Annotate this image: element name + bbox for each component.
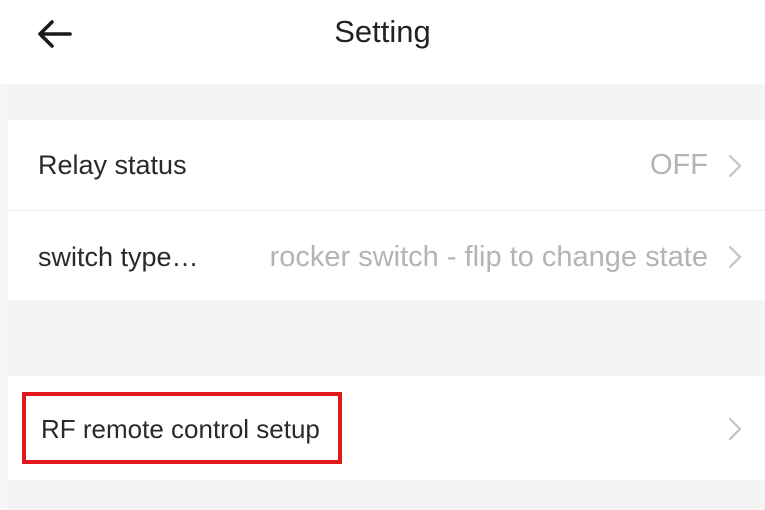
settings-screen: Setting Relay status OFF switch type… ro… — [0, 0, 765, 510]
relay-status-value: OFF — [650, 149, 708, 181]
relay-status-row[interactable]: Relay status OFF — [8, 120, 765, 210]
rf-remote-control-setup-row[interactable]: RF remote control setup — [8, 376, 765, 480]
switch-type-row[interactable]: switch type… rocker switch - flip to cha… — [8, 211, 765, 300]
rf-remote-control-setup-label: RF remote control setup — [41, 414, 320, 444]
page-title: Setting — [334, 14, 431, 49]
switch-type-label: switch type… — [38, 242, 199, 272]
switch-type-value: rocker switch - flip to change state — [269, 241, 708, 273]
chevron-right-icon — [728, 154, 742, 178]
section-spacer — [8, 300, 765, 376]
relay-status-label: Relay status — [38, 150, 187, 180]
top-bar: Setting — [0, 0, 765, 84]
chevron-right-icon — [728, 245, 742, 269]
section-spacer — [8, 84, 765, 120]
section-spacer — [8, 480, 765, 510]
chevron-right-icon — [728, 417, 742, 441]
